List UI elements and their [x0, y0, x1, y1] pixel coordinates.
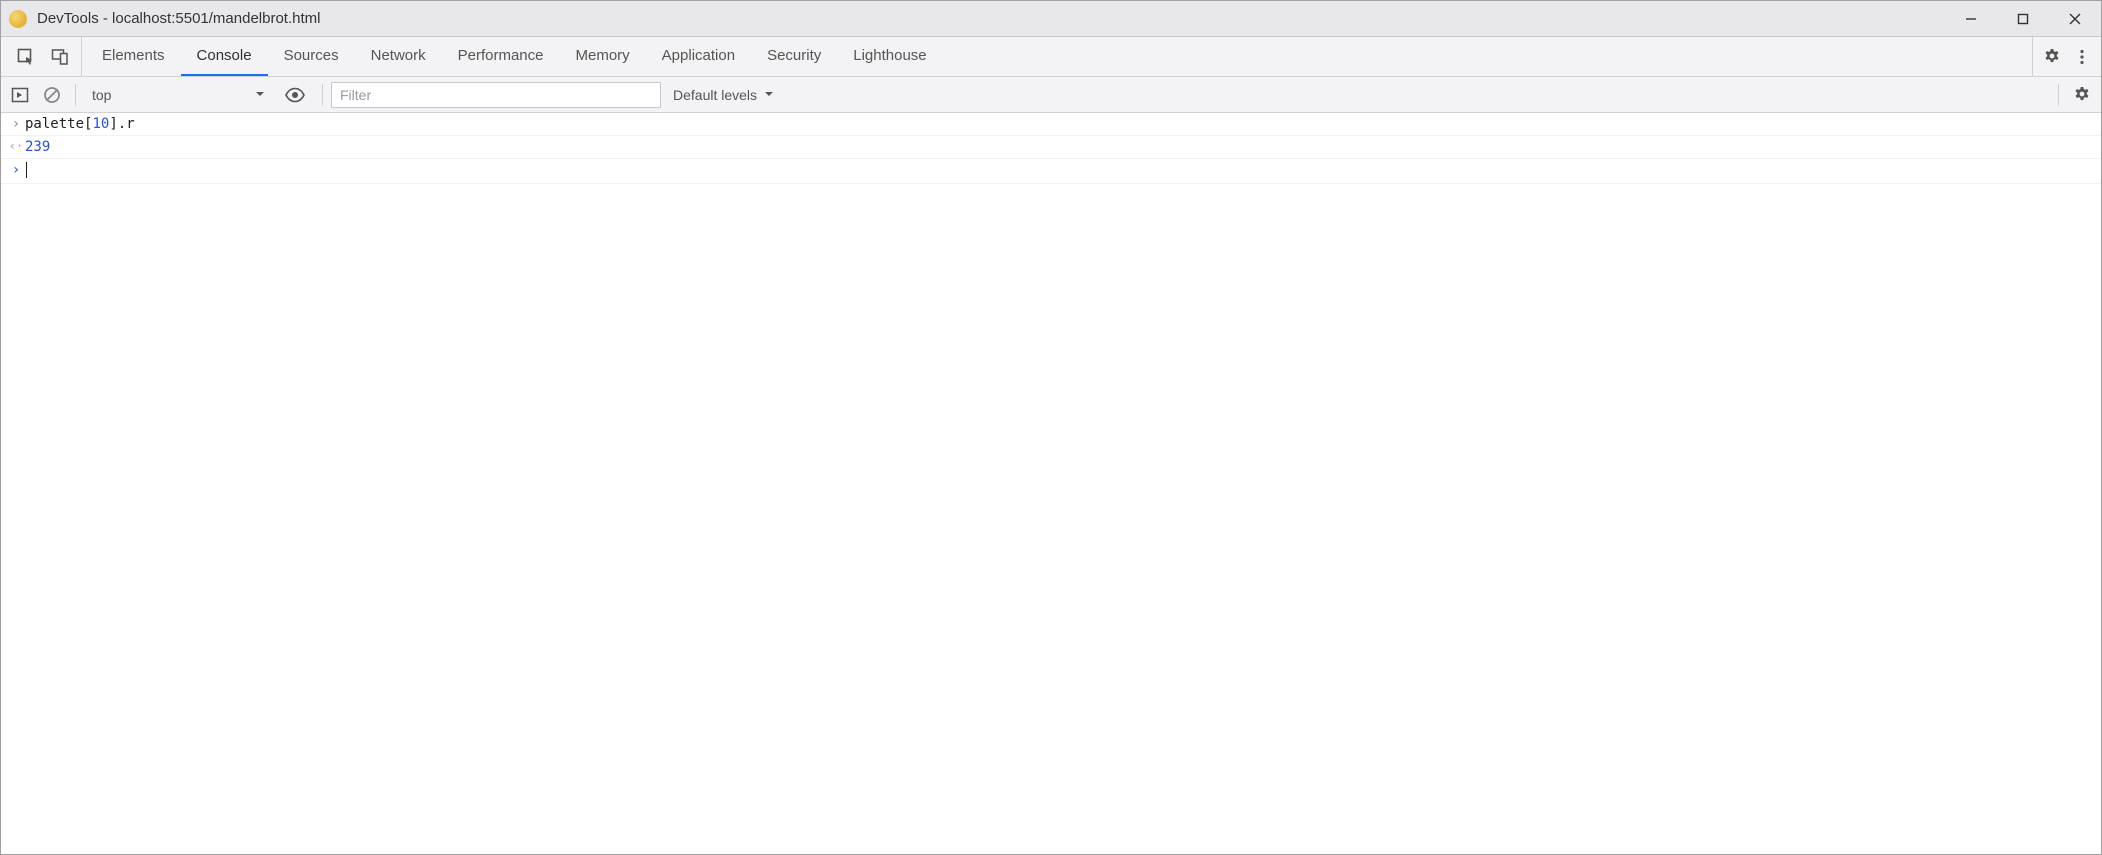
log-levels-select[interactable]: Default levels: [663, 82, 785, 108]
maximize-icon: [2016, 12, 2030, 26]
tab-label: Performance: [458, 47, 544, 64]
execution-context-select[interactable]: top: [84, 82, 274, 108]
result-chevron-icon: ‹·: [7, 139, 25, 153]
tab-sources[interactable]: Sources: [268, 37, 355, 76]
console-toolbar: top Default levels: [1, 77, 2101, 113]
gear-icon: [2072, 85, 2092, 105]
input-chevron-icon: ›: [7, 116, 25, 132]
clear-icon: [42, 85, 62, 105]
tab-lighthouse[interactable]: Lighthouse: [837, 37, 942, 76]
device-mode-button[interactable]: [45, 42, 75, 72]
live-expression-button[interactable]: [280, 80, 310, 110]
prompt-input[interactable]: [25, 162, 27, 180]
tab-performance[interactable]: Performance: [442, 37, 560, 76]
gear-icon: [2042, 47, 2062, 67]
chevron-down-icon: [254, 87, 266, 103]
console-output[interactable]: ›palette[10].r‹·239›: [1, 113, 2101, 854]
window-maximize-button[interactable]: [1997, 1, 2049, 37]
devtools-favicon-icon: [9, 10, 27, 28]
tab-label: Console: [197, 47, 252, 64]
tab-console[interactable]: Console: [181, 37, 268, 76]
minimize-icon: [1964, 12, 1978, 26]
chevron-down-icon: [763, 87, 775, 103]
tab-label: Elements: [102, 47, 165, 64]
inspect-icon: [16, 47, 36, 67]
tab-label: Network: [371, 47, 426, 64]
console-input-line: ›palette[10].r: [1, 113, 2101, 136]
tab-network[interactable]: Network: [355, 37, 442, 76]
devtools-tabs-bar: Elements Console Sources Network Performance…: [1, 37, 2101, 77]
line-content: palette[10].r: [25, 116, 135, 132]
window-minimize-button[interactable]: [1945, 1, 1997, 37]
console-result-line: ‹·239: [1, 136, 2101, 159]
inspect-element-button[interactable]: [11, 42, 41, 72]
clear-console-button[interactable]: [37, 80, 67, 110]
execution-context-label: top: [92, 87, 111, 103]
window-close-button[interactable]: [2049, 1, 2101, 37]
prompt-chevron-icon: ›: [7, 162, 25, 178]
line-content: 239: [25, 139, 50, 155]
tab-label: Application: [662, 47, 735, 64]
log-levels-label: Default levels: [673, 87, 757, 103]
console-settings-button[interactable]: [2067, 80, 2097, 110]
close-icon: [2068, 12, 2082, 26]
window-title: DevTools - localhost:5501/mandelbrot.htm…: [37, 10, 320, 27]
tab-elements[interactable]: Elements: [86, 37, 181, 76]
device-icon: [50, 47, 70, 67]
tab-label: Security: [767, 47, 821, 64]
tab-memory[interactable]: Memory: [560, 37, 646, 76]
toggle-sidebar-button[interactable]: [5, 80, 35, 110]
filter-input[interactable]: [331, 82, 661, 108]
settings-button[interactable]: [2037, 42, 2067, 72]
console-prompt-line[interactable]: ›: [1, 159, 2101, 184]
tab-label: Sources: [284, 47, 339, 64]
tab-application[interactable]: Application: [646, 37, 751, 76]
kebab-icon: [2072, 47, 2092, 67]
more-menu-button[interactable]: [2067, 42, 2097, 72]
sidebar-toggle-icon: [10, 85, 30, 105]
tab-label: Memory: [576, 47, 630, 64]
tab-security[interactable]: Security: [751, 37, 837, 76]
window-titlebar: DevTools - localhost:5501/mandelbrot.htm…: [1, 1, 2101, 37]
eye-icon: [284, 84, 306, 106]
tab-label: Lighthouse: [853, 47, 926, 64]
